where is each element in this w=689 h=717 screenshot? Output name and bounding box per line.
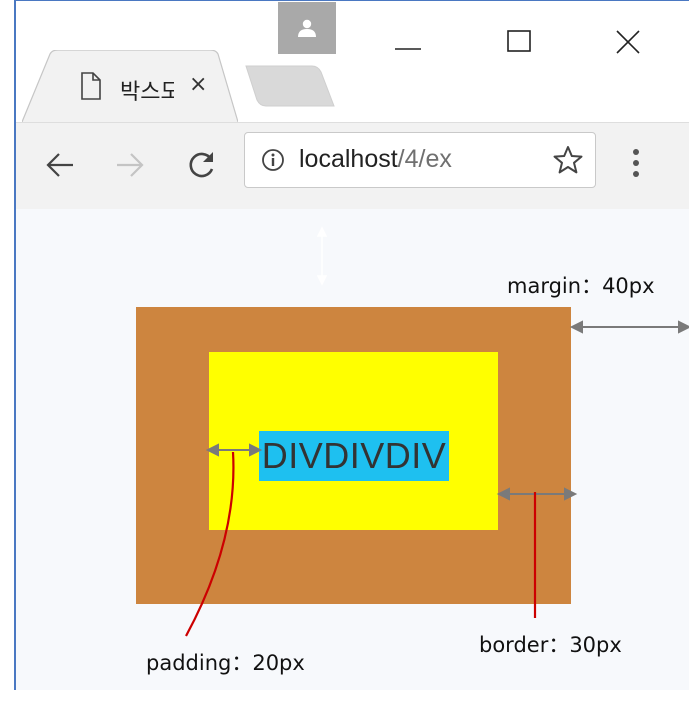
tab-title: 박스모델 — [120, 80, 174, 105]
arrow-left-icon — [46, 153, 73, 177]
url-host: localhost — [299, 145, 398, 173]
minimize-button[interactable] — [378, 10, 438, 70]
content-box: DIVDIVDIV — [259, 431, 449, 481]
minimize-icon — [395, 48, 421, 50]
forward-button[interactable] — [110, 143, 150, 187]
padding-label: padding：20px — [146, 651, 305, 675]
page-icon — [81, 72, 101, 100]
star-icon[interactable] — [553, 145, 583, 175]
maximize-button[interactable] — [490, 10, 550, 70]
address-bar[interactable]: localhost/4/ex — [244, 132, 596, 188]
url-text: localhost/4/ex — [299, 145, 539, 174]
vertical-dots-icon[interactable] — [631, 147, 641, 181]
border-label: border：30px — [479, 633, 622, 657]
div-text: DIVDIVDIV — [261, 435, 447, 476]
info-icon[interactable] — [261, 148, 285, 172]
close-icon — [616, 30, 640, 54]
tab-active[interactable]: 박스모델 × — [22, 50, 238, 123]
back-button[interactable] — [40, 143, 80, 187]
margin-label: margin：40px — [507, 274, 655, 298]
new-tab-button[interactable] — [244, 64, 336, 108]
tab-close-button[interactable]: × — [189, 72, 207, 97]
maximize-icon — [507, 30, 531, 52]
reload-button[interactable] — [182, 143, 222, 187]
user-profile-icon[interactable] — [278, 2, 336, 54]
url-path: /4/ex — [397, 145, 452, 173]
reload-icon — [189, 152, 214, 178]
close-window-button[interactable] — [598, 10, 658, 70]
arrow-right-icon — [117, 153, 144, 177]
browser-toolbar: localhost/4/ex — [16, 122, 689, 210]
